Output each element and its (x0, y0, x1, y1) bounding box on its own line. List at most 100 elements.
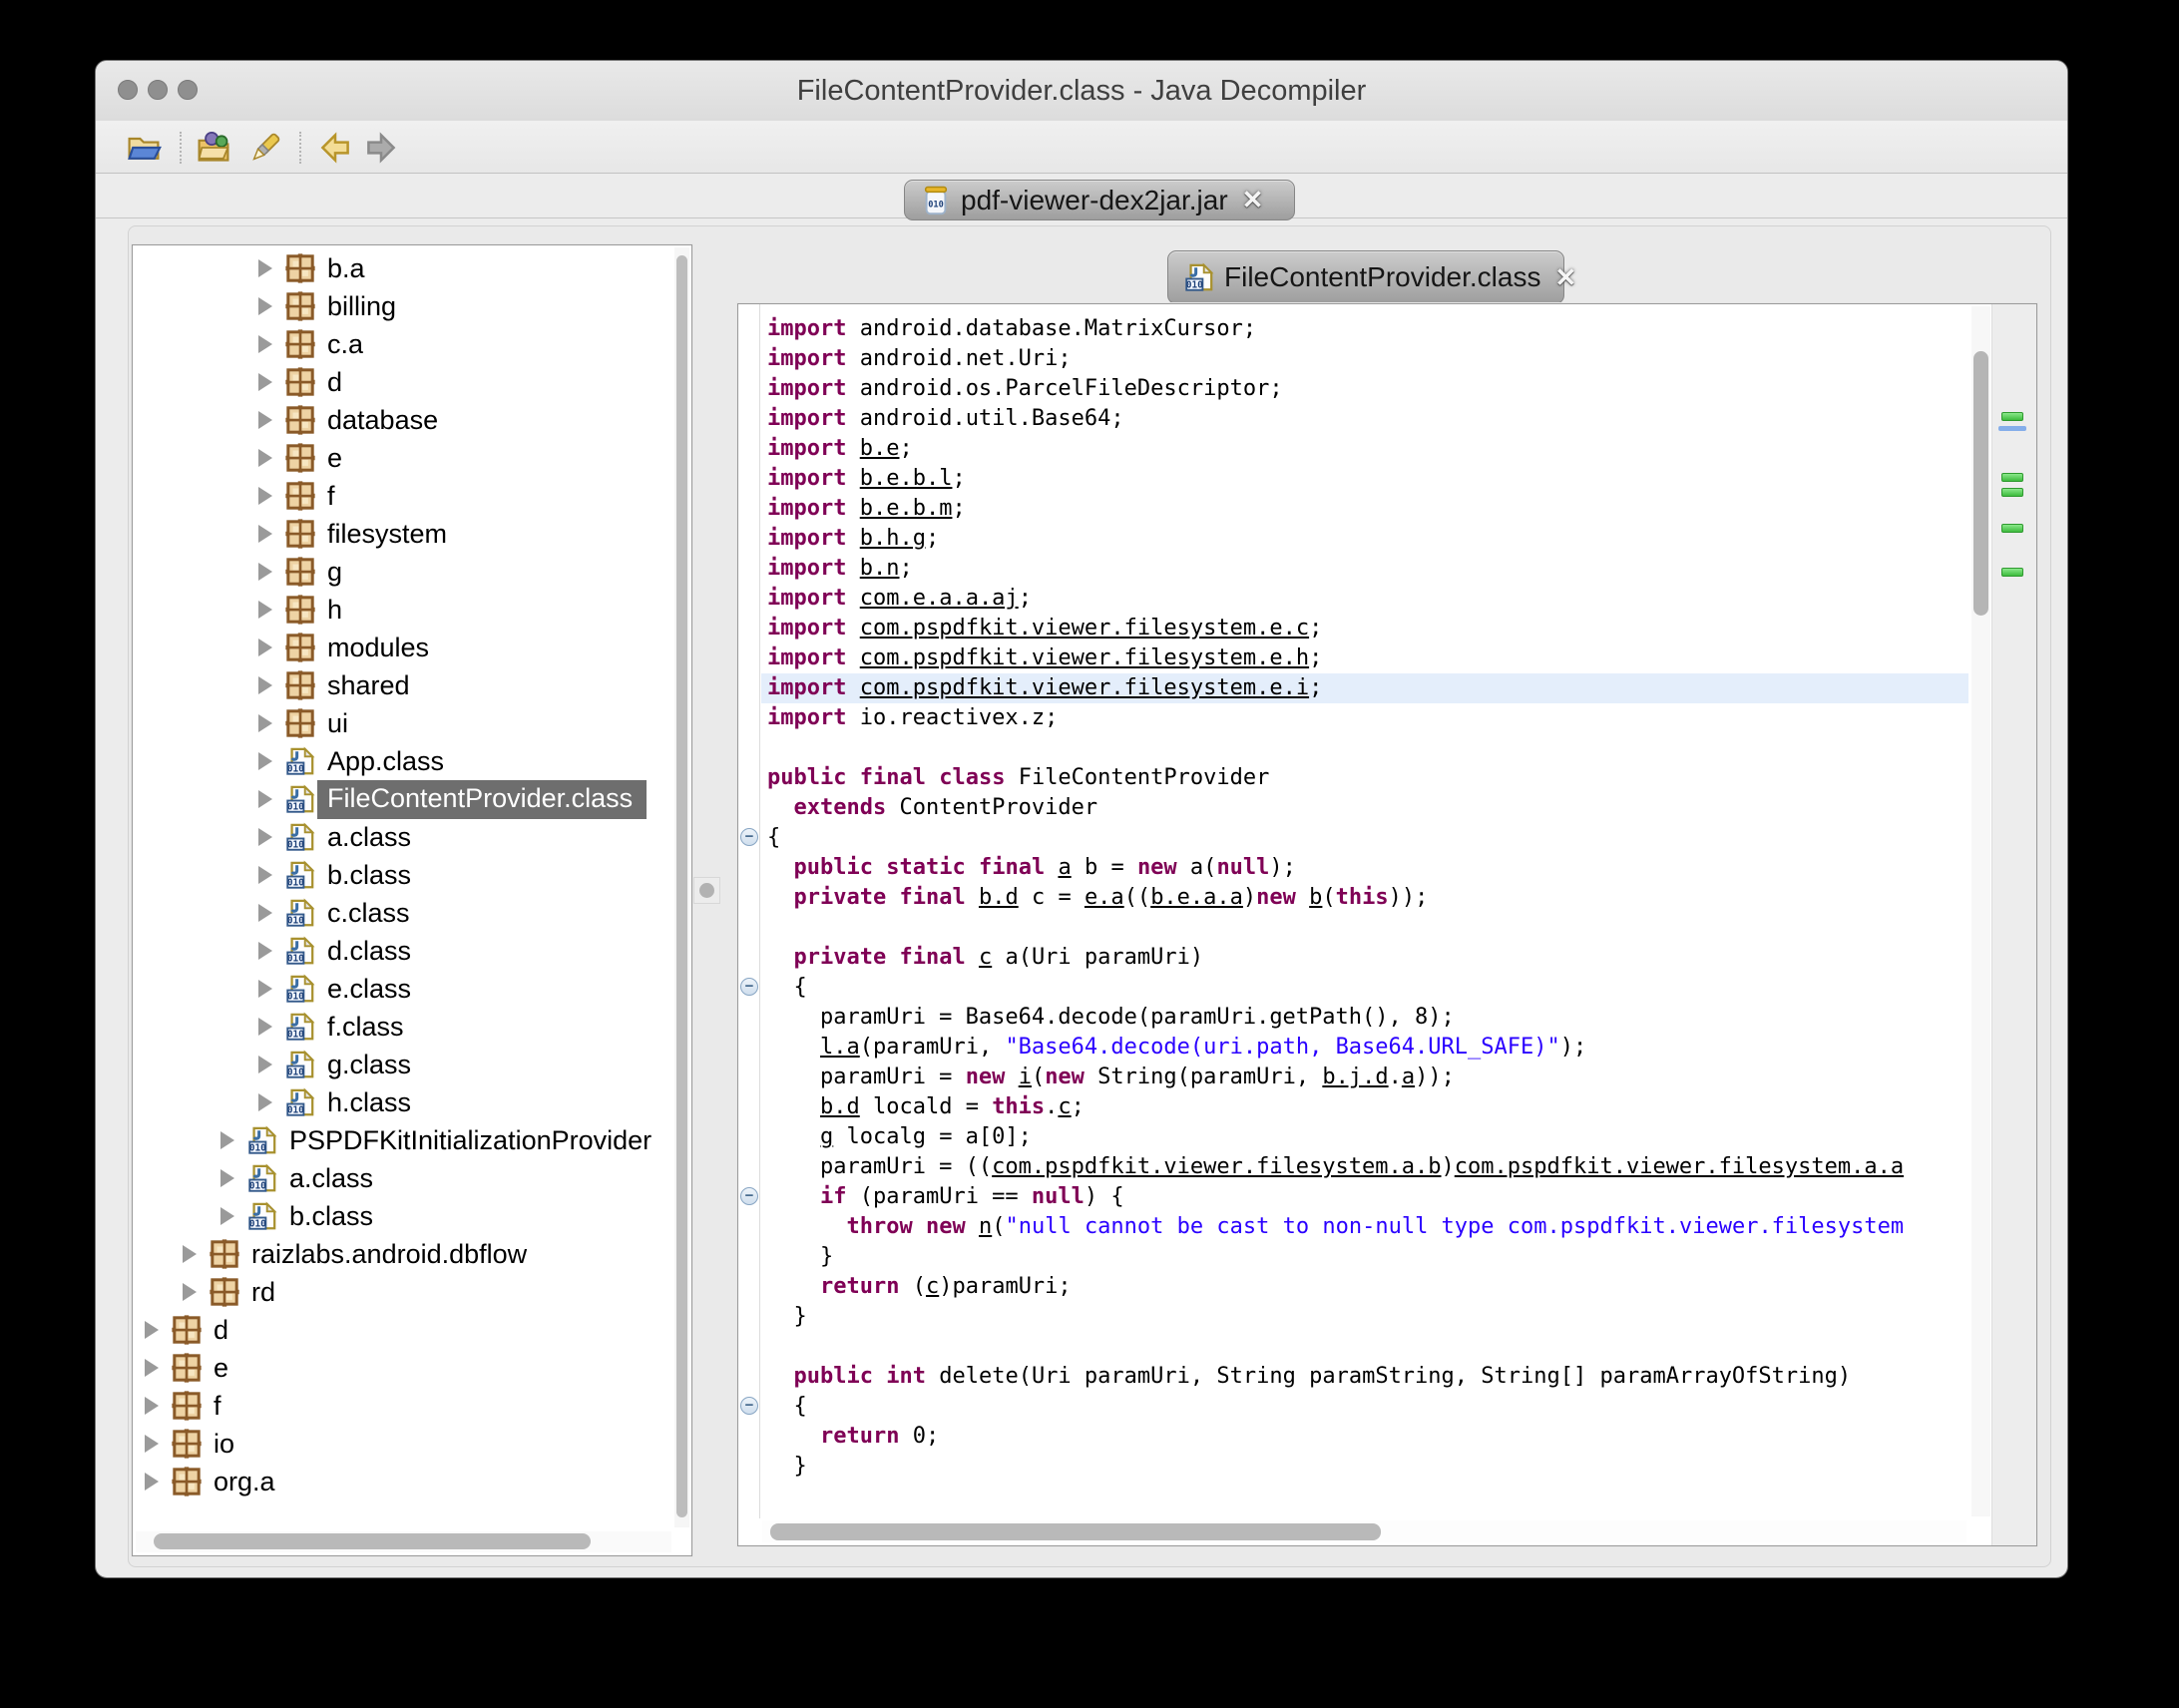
code-link[interactable]: b.h.g (860, 526, 926, 551)
tree-item-h-class[interactable]: 010 h.class (133, 1083, 673, 1121)
expander-triangle-icon[interactable] (258, 297, 272, 315)
code-link[interactable]: g (820, 1124, 833, 1149)
expander-triangle-icon[interactable] (258, 601, 272, 619)
tree-item-h[interactable]: h (133, 591, 673, 629)
expander-triangle-icon[interactable] (145, 1321, 159, 1339)
tree-hscroll-thumb[interactable] (154, 1533, 591, 1549)
code-link[interactable]: b.e.b.l (860, 466, 953, 491)
expander-triangle-icon[interactable] (258, 525, 272, 543)
code-link[interactable]: l.a (820, 1035, 860, 1060)
split-pane-handle[interactable] (693, 877, 720, 904)
tree-item-pspdfkitinitializationprovider[interactable]: 010 PSPDFKitInitializationProvider (133, 1121, 673, 1159)
tree-item-d[interactable]: d (133, 1311, 673, 1349)
code-link[interactable]: com.pspdfkit.viewer.filesystem.a.a (1455, 1154, 1904, 1179)
expander-triangle-icon[interactable] (258, 980, 272, 998)
code-link[interactable]: a (1058, 855, 1071, 880)
code-link[interactable]: e.a (1085, 885, 1124, 910)
code-link[interactable]: com.pspdfkit.viewer.filesystem.e.c (860, 616, 1309, 640)
fold-collapse-icon[interactable]: − (740, 1397, 758, 1415)
code-vscroll-thumb[interactable] (1973, 351, 1988, 616)
fold-collapse-icon[interactable]: − (740, 1187, 758, 1205)
tree-item-database[interactable]: database (133, 401, 673, 439)
change-marker-green[interactable] (2001, 473, 2023, 482)
tree-item-a-class[interactable]: 010 a.class (133, 818, 673, 856)
tree-item-rd[interactable]: rd (133, 1273, 673, 1311)
tree-item-io[interactable]: io (133, 1425, 673, 1463)
tree-item-c-class[interactable]: 010 c.class (133, 894, 673, 932)
code-hscroll-thumb[interactable] (770, 1523, 1381, 1540)
expander-triangle-icon[interactable] (258, 1056, 272, 1073)
code-link[interactable]: b.d (820, 1094, 860, 1119)
expander-triangle-icon[interactable] (220, 1169, 234, 1187)
fold-collapse-icon[interactable]: − (740, 828, 758, 846)
open-type-button[interactable] (196, 130, 231, 166)
tree-horizontal-scrollbar[interactable] (136, 1531, 671, 1552)
expander-triangle-icon[interactable] (258, 449, 272, 467)
tree-item-billing[interactable]: billing (133, 287, 673, 325)
expander-triangle-icon[interactable] (258, 866, 272, 884)
tree-item-ui[interactable]: ui (133, 704, 673, 742)
code-link[interactable]: com.pspdfkit.viewer.filesystem.a.b (992, 1154, 1441, 1179)
tree-item-app-class[interactable]: 010 App.class (133, 742, 673, 780)
tree-item-e[interactable]: e (133, 1349, 673, 1387)
tree-item-raizlabs-android-dbflow[interactable]: raizlabs.android.dbflow (133, 1235, 673, 1273)
expander-triangle-icon[interactable] (258, 714, 272, 732)
tree-item-f[interactable]: f (133, 1387, 673, 1425)
tree-item-filesystem[interactable]: filesystem (133, 515, 673, 553)
tree-item-f[interactable]: f (133, 477, 673, 515)
expander-triangle-icon[interactable] (145, 1397, 159, 1415)
fold-collapse-icon[interactable]: − (740, 978, 758, 996)
code-link[interactable]: b.e.b.m (860, 496, 953, 521)
class-tab[interactable]: 010 FileContentProvider.class ✕ (1167, 250, 1564, 304)
search-button[interactable] (247, 130, 283, 166)
code-link[interactable]: com.e.a.a.aj (860, 586, 1019, 611)
tree-item-a-class[interactable]: 010 a.class (133, 1159, 673, 1197)
tree-item-g-class[interactable]: 010 g.class (133, 1046, 673, 1083)
back-button[interactable] (317, 130, 353, 166)
change-marker-green[interactable] (2001, 524, 2023, 533)
tree-item-b-class[interactable]: 010 b.class (133, 856, 673, 894)
expander-triangle-icon[interactable] (258, 942, 272, 960)
tree-item-d-class[interactable]: 010 d.class (133, 932, 673, 970)
tree-item-b-a[interactable]: b.a (133, 249, 673, 287)
expander-triangle-icon[interactable] (258, 752, 272, 770)
jar-tab[interactable]: 010 pdf-viewer-dex2jar.jar ✕ (904, 180, 1295, 220)
tree-item-c-a[interactable]: c.a (133, 325, 673, 363)
expander-triangle-icon[interactable] (258, 904, 272, 922)
expander-triangle-icon[interactable] (183, 1283, 197, 1301)
open-file-button[interactable] (126, 130, 162, 166)
class-tab-close-icon[interactable]: ✕ (1554, 262, 1576, 293)
tree-item-modules[interactable]: modules (133, 629, 673, 666)
expander-triangle-icon[interactable] (258, 1018, 272, 1036)
tree-item-org-a[interactable]: org.a (133, 1463, 673, 1500)
code-link[interactable]: b (1309, 885, 1322, 910)
tree-item-g[interactable]: g (133, 553, 673, 591)
code-link[interactable]: b.d (979, 885, 1019, 910)
code-link[interactable]: b.e.a.a (1150, 885, 1243, 910)
change-marker-green[interactable] (2001, 488, 2023, 497)
code-link[interactable]: i (1019, 1065, 1032, 1089)
code-link[interactable]: n (979, 1214, 992, 1239)
code-link[interactable]: b.e (860, 436, 900, 461)
code-link[interactable]: a (1402, 1065, 1415, 1089)
expander-triangle-icon[interactable] (258, 487, 272, 505)
expander-triangle-icon[interactable] (145, 1359, 159, 1377)
tree-item-e-class[interactable]: 010 e.class (133, 970, 673, 1008)
code-link[interactable]: c (979, 945, 992, 970)
expander-triangle-icon[interactable] (145, 1473, 159, 1491)
forward-button[interactable] (363, 130, 399, 166)
expander-triangle-icon[interactable] (258, 563, 272, 581)
expander-triangle-icon[interactable] (258, 639, 272, 656)
tree-item-filecontentprovider-class[interactable]: 010 FileContentProvider.class (133, 780, 673, 818)
tree-item-e[interactable]: e (133, 439, 673, 477)
code-vertical-scrollbar[interactable] (1971, 306, 1990, 1516)
tree-item-d[interactable]: d (133, 363, 673, 401)
tree-item-b-class[interactable]: 010 b.class (133, 1197, 673, 1235)
code-link[interactable]: com.pspdfkit.viewer.filesystem.e.i (860, 675, 1309, 700)
expander-triangle-icon[interactable] (258, 676, 272, 694)
expander-triangle-icon[interactable] (258, 411, 272, 429)
tree-vscroll-thumb[interactable] (676, 255, 687, 1517)
change-marker-green[interactable] (2001, 568, 2023, 577)
expander-triangle-icon[interactable] (220, 1207, 234, 1225)
expander-triangle-icon[interactable] (183, 1245, 197, 1263)
